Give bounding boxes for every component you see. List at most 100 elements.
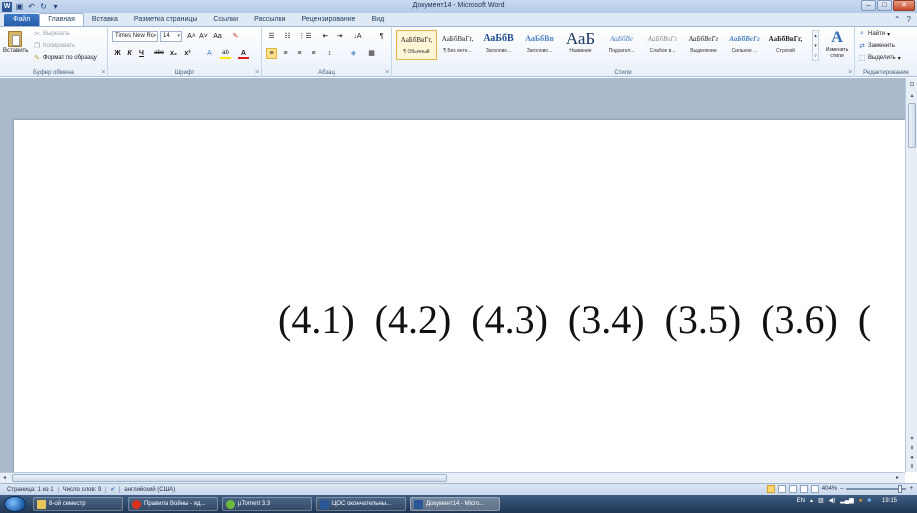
strikethrough-button[interactable]: abc <box>152 48 166 59</box>
find-button[interactable]: ⌕ Найти ▾ <box>858 30 890 38</box>
help-icon[interactable]: ? <box>907 15 911 24</box>
numbering-button[interactable]: ☷ <box>282 31 293 42</box>
horizontal-scroll-thumb[interactable] <box>12 474 447 482</box>
dialog-launcher-icon[interactable]: ⇲ <box>848 69 852 75</box>
document-page[interactable]: (4.1) (4.2) (4.3) (3.4) (3.5) (3.6) ( <box>14 120 905 472</box>
superscript-button[interactable]: x² <box>182 48 193 59</box>
align-left-button[interactable]: ≡ <box>266 48 277 59</box>
save-icon[interactable]: ▣ <box>15 2 24 11</box>
scroll-left-icon[interactable]: ◂ <box>3 473 6 483</box>
paste-button[interactable]: Вставить <box>3 29 28 65</box>
subscript-button[interactable]: x₂ <box>168 48 179 59</box>
scroll-up-icon[interactable]: ▴ <box>907 91 917 101</box>
full-screen-view-button[interactable] <box>777 485 786 493</box>
outline-view-button[interactable] <box>799 485 808 493</box>
taskbar-item-word-doc[interactable]: ЦОС окончательны... <box>316 497 406 511</box>
style-emphasis[interactable]: АаБбВеГг Выделение <box>683 30 724 60</box>
network-icon[interactable]: ▥ <box>818 497 824 504</box>
clock[interactable]: 19:15 <box>882 498 897 504</box>
tab-insert[interactable]: Вставка <box>84 14 126 26</box>
next-page-icon[interactable]: ⇟ <box>907 462 917 472</box>
style-subtitle[interactable]: АаБбВе Подзагол... <box>601 30 642 60</box>
draft-view-button[interactable] <box>810 485 819 493</box>
center-button[interactable]: ≡ <box>280 48 291 59</box>
zoom-level[interactable]: 404% <box>822 486 837 492</box>
line-spacing-button[interactable]: ↕ <box>324 48 335 59</box>
italic-button[interactable]: К <box>124 48 135 59</box>
word-app-icon[interactable]: W <box>2 1 12 12</box>
highlight-button[interactable]: ab <box>220 48 231 59</box>
show-formatting-button[interactable]: ¶ <box>376 31 387 42</box>
proofing-icon[interactable]: ✔ <box>106 486 121 493</box>
volume-icon[interactable]: ◀) <box>829 497 836 504</box>
vertical-scrollbar[interactable]: ⊡ ▴ ▾ ⇞ ● ⇟ <box>905 78 917 472</box>
style-subtle-emphasis[interactable]: АаБбВеГг Слабое в... <box>642 30 683 60</box>
tray-app-icon[interactable]: ● <box>859 498 863 504</box>
sort-button[interactable]: ↓A <box>352 31 363 42</box>
multilevel-list-button[interactable]: ⋮☰ <box>298 31 312 42</box>
web-layout-view-button[interactable] <box>788 485 797 493</box>
redo-icon[interactable]: ↻ <box>39 2 48 11</box>
font-name-select[interactable]: Times New Rc ▾ <box>112 31 158 42</box>
tab-view[interactable]: Вид <box>364 14 393 26</box>
style-title[interactable]: АаБ Название <box>560 30 601 60</box>
bold-button[interactable]: Ж <box>112 48 123 59</box>
tray-update-icon[interactable]: ■ <box>867 498 871 504</box>
language-indicator[interactable]: английский (США) <box>120 487 179 493</box>
close-button[interactable]: ✕ <box>893 0 915 11</box>
style-normal[interactable]: АаБбВвГг, ¶ Обычный <box>396 30 437 60</box>
zoom-out-button[interactable]: – <box>840 486 843 492</box>
dialog-launcher-icon[interactable]: ⇲ <box>255 69 259 75</box>
tab-home[interactable]: Главная <box>39 13 84 26</box>
underline-button[interactable]: Ч <box>136 48 147 59</box>
style-heading-2[interactable]: АаБбВв Заголово... <box>519 30 560 60</box>
tab-references[interactable]: Ссылки <box>205 14 246 26</box>
tab-review[interactable]: Рецензирование <box>294 14 364 26</box>
style-intense-emphasis[interactable]: АаБбВеГг Сильное ... <box>724 30 765 60</box>
select-button[interactable]: ⬚ Выделить ▾ <box>858 54 901 62</box>
font-size-select[interactable]: 14 ▾ <box>160 31 182 42</box>
tab-mailings[interactable]: Рассылки <box>246 14 293 26</box>
copy-button[interactable]: ❐ Копировать <box>33 42 75 50</box>
tab-file[interactable]: Файл <box>4 14 40 26</box>
word-count[interactable]: Число слов: 9 <box>59 486 107 493</box>
maximize-button[interactable]: □ <box>877 0 892 11</box>
taskbar-item-utorrent[interactable]: µTorrent 3.3 <box>222 497 312 511</box>
show-hidden-icons-icon[interactable]: ▴ <box>810 497 813 504</box>
styles-gallery-scroll[interactable]: ▴ ▾ ▿ <box>812 30 819 61</box>
print-layout-view-button[interactable] <box>766 485 775 493</box>
text-effects-button[interactable]: A <box>204 48 215 59</box>
scroll-down-icon[interactable]: ▾ <box>907 434 917 444</box>
input-language[interactable]: EN <box>797 498 805 504</box>
undo-icon[interactable]: ↶ <box>27 2 36 11</box>
shrink-font-button[interactable]: A˅ <box>198 31 209 42</box>
align-right-button[interactable]: ≡ <box>294 48 305 59</box>
ruler-toggle-icon[interactable]: ⊡ <box>907 80 917 90</box>
signal-icon[interactable]: ▂▄▆ <box>840 497 853 504</box>
scroll-right-icon[interactable]: ▸ <box>896 473 899 483</box>
style-strong[interactable]: АаБбВвГг, Строгий <box>765 30 806 60</box>
change-styles-button[interactable]: A Изменить стили <box>822 29 852 59</box>
cut-button[interactable]: ✂ Вырезать <box>33 30 70 38</box>
format-painter-button[interactable]: ✎ Формат по образцу <box>33 54 97 62</box>
minimize-ribbon-icon[interactable]: ⌃ <box>894 15 901 24</box>
borders-button[interactable]: ▦ <box>366 48 377 59</box>
change-case-button[interactable]: Aa <box>212 31 223 42</box>
taskbar-item-folder[interactable]: 8-ой семестр <box>33 497 123 511</box>
dialog-launcher-icon[interactable]: ⇲ <box>385 69 389 75</box>
customize-qat-icon[interactable]: ▾ <box>51 2 60 11</box>
dialog-launcher-icon[interactable]: ⇲ <box>101 69 105 75</box>
zoom-in-button[interactable]: + <box>909 486 913 492</box>
taskbar-item-word-active[interactable]: Документ14 - Micro... <box>410 497 500 511</box>
decrease-indent-button[interactable]: ⇤ <box>320 31 331 42</box>
vertical-scroll-thumb[interactable] <box>908 103 916 148</box>
bullets-button[interactable]: ☰ <box>266 31 277 42</box>
font-color-button[interactable]: A <box>238 48 249 59</box>
increase-indent-button[interactable]: ⇥ <box>334 31 345 42</box>
minimize-button[interactable]: – <box>861 0 876 11</box>
replace-button[interactable]: ⇄ Заменить <box>858 42 895 50</box>
tab-page-layout[interactable]: Разметка страницы <box>126 14 206 26</box>
taskbar-item-opera[interactable]: Правила Войны - яд... <box>128 497 218 511</box>
style-no-spacing[interactable]: АаБбВвГг, ¶ Без инте... <box>437 30 478 60</box>
horizontal-scrollbar[interactable]: ◂ ▸ <box>0 472 905 483</box>
